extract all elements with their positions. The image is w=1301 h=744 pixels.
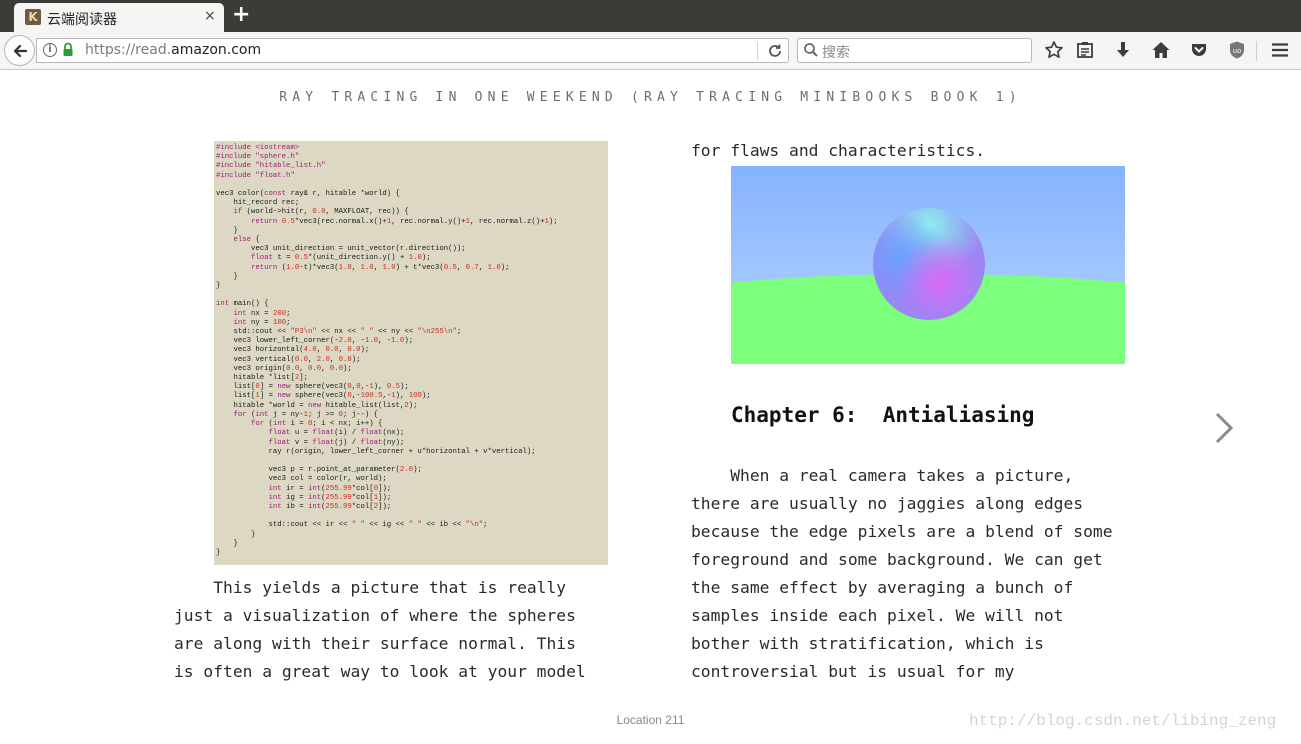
back-button[interactable] bbox=[4, 35, 35, 66]
code-line: float u = float(i) / float(nx); bbox=[268, 429, 405, 438]
tab-strip: K 云端阅读器 × + bbox=[0, 0, 1301, 32]
code-line: list[0] = new sphere(vec3(0,0,-1), 0.5); bbox=[216, 383, 409, 392]
code-line: } bbox=[216, 530, 256, 539]
url-bar[interactable]: i https://read.amazon.com bbox=[36, 38, 789, 63]
code-line: } bbox=[216, 282, 221, 291]
lock-icon bbox=[63, 42, 73, 56]
url-text[interactable]: https://read.amazon.com bbox=[85, 42, 261, 58]
kindle-favicon-icon: K bbox=[25, 9, 41, 25]
back-arrow-icon bbox=[13, 44, 27, 58]
code-line: int ib = int(255.99*col[2]); bbox=[268, 502, 392, 511]
code-line: else { bbox=[233, 236, 260, 245]
code-line: for (int j = ny-1; j >= 0; j--) { bbox=[233, 410, 379, 419]
pocket-button[interactable] bbox=[1188, 40, 1210, 62]
kindle-reader: RAY TRACING IN ONE WEEKEND (RAY TRACING … bbox=[0, 71, 1301, 744]
code-line: for (int i = 0; i < nx; i++) { bbox=[251, 420, 383, 429]
sphere-normals-image bbox=[731, 166, 1125, 364]
code-line: return (1.0-t)*vec3(1.0, 1.0, 1.0) + t*v… bbox=[251, 263, 510, 272]
tab-close-icon[interactable]: × bbox=[204, 8, 216, 24]
reload-icon[interactable] bbox=[767, 43, 783, 59]
code-line: #include "sphere.h" bbox=[216, 153, 300, 162]
code-line: } bbox=[216, 226, 238, 235]
chapter-heading: Chapter 6: Antialiasing bbox=[731, 403, 1035, 427]
code-line: hitable *list[2]; bbox=[216, 374, 308, 383]
code-line: } bbox=[216, 539, 238, 548]
right-page-text: for flaws and characteristics. bbox=[691, 141, 986, 160]
toolbar-separator bbox=[1256, 41, 1257, 61]
code-listing-image: #include <iostream> #include "sphere.h" #i… bbox=[214, 141, 608, 565]
pocket-icon bbox=[1192, 44, 1206, 56]
bookmark-star-icon bbox=[1045, 41, 1063, 59]
code-line: hitable *world = new hitable_list(list,2… bbox=[216, 401, 418, 410]
search-icon bbox=[804, 43, 818, 57]
code-line: int main() { bbox=[216, 300, 269, 309]
tab-title: 云端阅读器 bbox=[47, 12, 117, 28]
code-line: int nx = 200; bbox=[233, 309, 291, 318]
search-bar[interactable]: 搜索 bbox=[797, 38, 1032, 63]
code-line: vec3 unit_direction = unit_vector(r.dire… bbox=[216, 245, 466, 254]
code-line: float t = 0.5*(unit_direction.y() + 1.0)… bbox=[251, 254, 431, 263]
normal-shaded-sphere bbox=[873, 208, 985, 320]
menu-button[interactable] bbox=[1269, 40, 1291, 62]
navigation-toolbar: i https://read.amazon.com 搜索 uo bbox=[0, 32, 1301, 70]
url-prefix: https://read. bbox=[85, 42, 172, 58]
info-icon[interactable]: i bbox=[43, 43, 57, 57]
code-line: int ig = int(255.99*col[1]); bbox=[268, 493, 392, 502]
code-line: #include <iostream> bbox=[216, 144, 300, 152]
code-line: vec3 horizontal(4.0, 0.0, 0.0); bbox=[216, 346, 370, 355]
code-line: float v = float(j) / float(ny); bbox=[268, 438, 405, 447]
code-line: } bbox=[216, 548, 221, 557]
code-line: vec3 col = color(r, world); bbox=[216, 475, 387, 484]
ublock-button[interactable]: uo bbox=[1226, 40, 1248, 62]
browser-tab[interactable]: K 云端阅读器 × bbox=[14, 3, 224, 32]
watermark: http://blog.csdn.net/libing_zeng bbox=[969, 712, 1277, 730]
code-line: ray r(origin, lower_left_corner + u*hori… bbox=[216, 447, 536, 456]
code-line: vec3 color(const ray& r, hitable *world)… bbox=[216, 190, 400, 199]
search-placeholder: 搜索 bbox=[822, 45, 850, 61]
book-title: RAY TRACING IN ONE WEEKEND (RAY TRACING … bbox=[279, 90, 1022, 105]
code-line: hit_record rec; bbox=[216, 199, 300, 208]
home-icon bbox=[1152, 42, 1170, 58]
hamburger-menu-icon bbox=[1272, 43, 1288, 57]
code-line: std::cout << ir << " " << ig << " " << i… bbox=[216, 521, 488, 530]
reading-list-button[interactable] bbox=[1074, 40, 1096, 62]
svg-text:uo: uo bbox=[1233, 47, 1242, 55]
code-line: vec3 p = r.point_at_parameter(2.0); bbox=[216, 466, 422, 475]
reading-list-icon bbox=[1077, 42, 1093, 58]
right-page-paragraph: When a real camera takes a picture, ther… bbox=[691, 466, 1113, 681]
code-line: vec3 origin(0.0, 0.0, 0.0); bbox=[216, 364, 352, 373]
new-tab-button[interactable]: + bbox=[232, 2, 250, 28]
ublock-icon: uo bbox=[1230, 41, 1244, 59]
url-host: amazon.com bbox=[171, 42, 262, 58]
code-line: if (world->hit(r, 0.0, MAXFLOAT, rec)) { bbox=[233, 208, 409, 217]
code-line: vec3 vertical(0.0, 2.0, 0.0); bbox=[216, 355, 361, 364]
code-line: #include "float.h" bbox=[216, 171, 295, 180]
bookmark-button[interactable] bbox=[1043, 40, 1065, 62]
next-page-chevron-icon[interactable] bbox=[1211, 410, 1237, 446]
code-line: vec3 lower_left_corner(-2.0, -1.0, -1.0)… bbox=[216, 337, 414, 346]
url-separator bbox=[757, 42, 758, 60]
downloads-button[interactable] bbox=[1112, 40, 1134, 62]
code-line: } bbox=[216, 272, 238, 281]
home-button[interactable] bbox=[1150, 40, 1172, 62]
code-line: std::cout << "P3\n" << nx << " " << ny <… bbox=[216, 328, 462, 337]
left-page-paragraph: This yields a picture that is really jus… bbox=[174, 578, 586, 681]
code-line: int ir = int(255.99*col[0]); bbox=[268, 484, 392, 493]
code-line: return 0.5*vec3(rec.normal.x()+1, rec.no… bbox=[251, 217, 558, 226]
download-icon bbox=[1117, 42, 1129, 57]
code-line: list[1] = new sphere(vec3(0,-100.5,-1), … bbox=[216, 392, 431, 401]
code-line: #include "hitable_list.h" bbox=[216, 162, 326, 171]
code-line: int ny = 100; bbox=[233, 318, 291, 327]
